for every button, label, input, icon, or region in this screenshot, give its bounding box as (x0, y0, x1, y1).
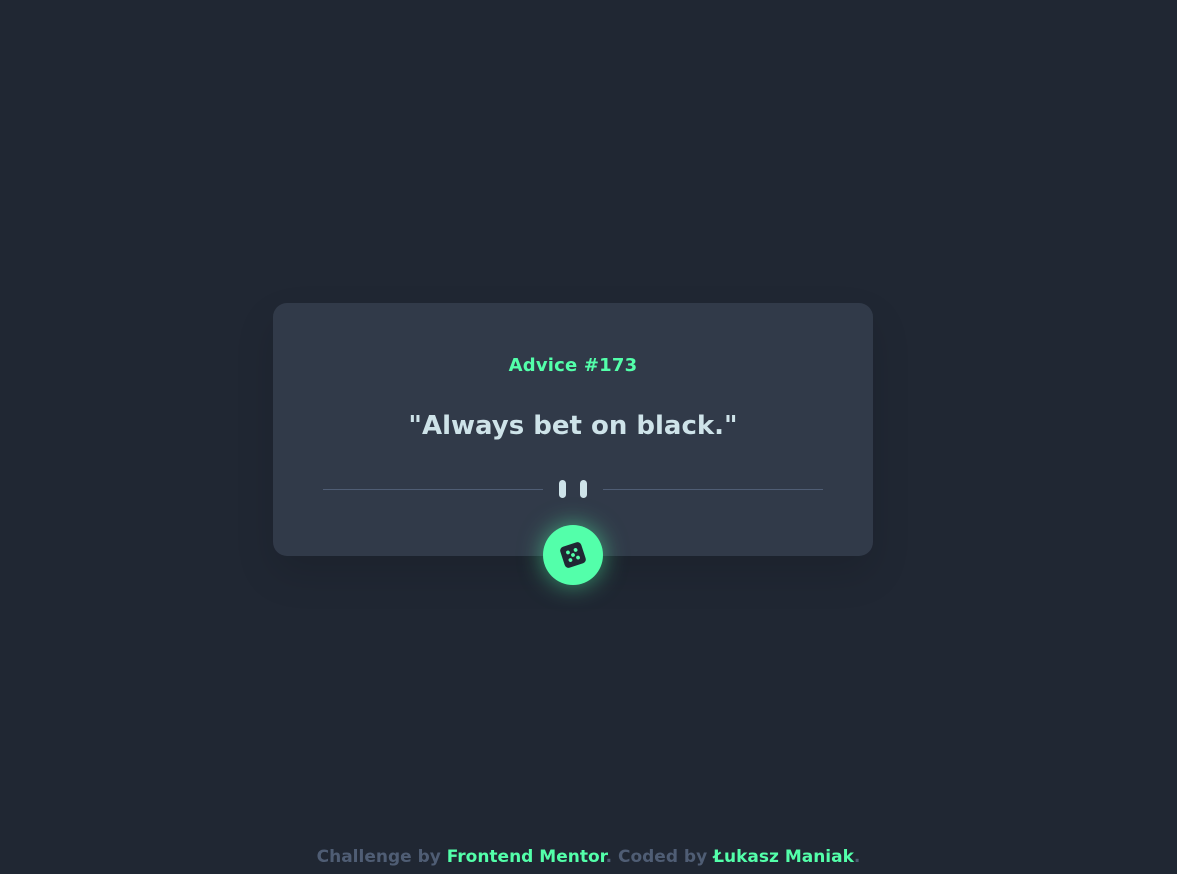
footer-middle: . Coded by (605, 847, 714, 867)
advice-quote: "Always bet on black." (408, 411, 738, 441)
advice-card: Advice #173 "Always bet on black." (273, 303, 873, 556)
divider-line-right (603, 488, 823, 490)
attribution-footer: Challenge by Frontend Mentor. Coded by Ł… (0, 847, 1177, 867)
divider (323, 478, 823, 500)
advice-number: Advice #173 (508, 355, 638, 376)
pause-bar-right (580, 480, 587, 498)
footer-prefix: Challenge by (316, 847, 447, 867)
divider-line-left (323, 488, 543, 490)
author-link[interactable]: Łukasz Maniak (713, 847, 854, 867)
generate-advice-button[interactable] (543, 525, 603, 585)
dice-icon (560, 542, 586, 568)
footer-suffix: . (853, 847, 861, 867)
pause-bar-left (559, 480, 566, 498)
pause-divider-icon (559, 478, 587, 500)
frontend-mentor-link[interactable]: Frontend Mentor (447, 847, 606, 867)
